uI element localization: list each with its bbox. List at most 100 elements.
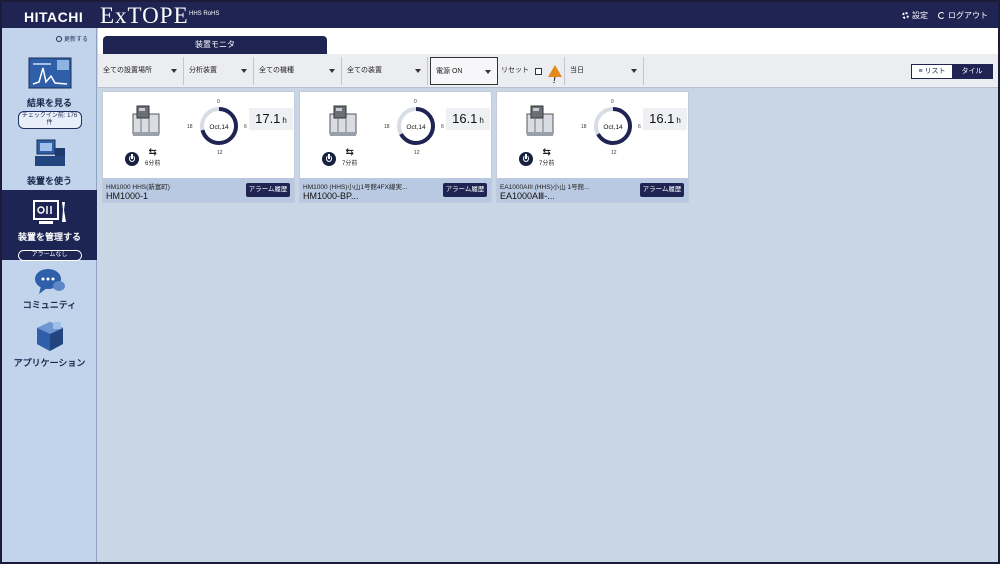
device-tile[interactable]: Oct,14 0 6 12 18 16.1 h ⇆ 7分前 EA1000AIII (… xyxy=(496,91,689,203)
checkin-badge: チェックイン前: 176件 xyxy=(17,111,82,129)
usage-hours: 17.1 h xyxy=(249,108,293,130)
sidebar-item-label: 結果を見る xyxy=(26,98,72,108)
device-dropdown[interactable]: 全ての装置 xyxy=(342,57,428,85)
device-name: HM1000-BP... xyxy=(303,191,359,201)
device-tile[interactable]: Oct,14 0 6 12 18 17.1 h ⇆ 6分前 HM1000 HHS(新… xyxy=(102,91,295,203)
period-value: 当日 xyxy=(570,67,584,74)
dial-label-12: 12 xyxy=(414,150,420,156)
usage-hours-value: 17.1 xyxy=(255,111,281,126)
alarm-history-button[interactable]: アラーム履歴 xyxy=(443,183,487,197)
refresh-button[interactable]: 更新する xyxy=(56,34,88,43)
dial-label-0: 0 xyxy=(414,99,417,105)
device-manage-icon xyxy=(32,200,66,224)
app-frame: HITACHI ExTOPE HHS RoHS 設定 ログアウト 更新する 結果… xyxy=(0,0,1000,564)
sidebar-item-label: 装置を使う xyxy=(26,176,72,186)
sidebar: 更新する 結果を見る チェックイン前: 176件 装置を使う 装置を管理する ア… xyxy=(2,28,97,562)
tile-view-button[interactable]: タイル xyxy=(952,65,992,78)
chevron-down-icon xyxy=(631,69,637,73)
tab-bar: 装置モニタ xyxy=(98,28,998,54)
device-use-icon xyxy=(34,139,65,166)
alarm-history-button[interactable]: アラーム履歴 xyxy=(246,183,290,197)
spectrum-results-icon xyxy=(28,57,71,89)
last-update: ⇆ 7分前 xyxy=(539,147,554,168)
device-value: 全ての装置 xyxy=(347,67,382,74)
chevron-down-icon xyxy=(171,69,177,73)
brand-logo: HITACHI xyxy=(24,9,84,25)
dial-label-0: 0 xyxy=(217,99,220,105)
reset-checkbox[interactable] xyxy=(535,67,542,75)
top-bar: HITACHI ExTOPE HHS RoHS 設定 ログアウト xyxy=(2,2,998,28)
device-tile[interactable]: Oct,14 0 6 12 18 16.1 h ⇆ 7分前 HM1000 (HHS)… xyxy=(299,91,492,203)
location-value: 全ての設置場所 xyxy=(103,67,152,74)
dial-label-18: 18 xyxy=(187,124,193,130)
device-name: EA1000AⅢ-... xyxy=(500,191,555,201)
sidebar-item-label: アプリケーション xyxy=(13,358,86,368)
microscope-device-icon xyxy=(329,105,357,136)
sidebar-item-manage-device[interactable]: 装置を管理する アラームなし xyxy=(2,190,97,261)
dial-label-18: 18 xyxy=(581,124,587,130)
usage-dial: Oct,14 xyxy=(594,107,632,145)
device-location: HM1000 (HHS)小山1号館4FX線実... xyxy=(303,184,408,191)
dial-label-12: 12 xyxy=(217,150,223,156)
sidebar-item-applications[interactable]: アプリケーション xyxy=(2,320,97,376)
tile-footer: HM1000 HHS(新富町) HM1000-1 アラーム履歴 xyxy=(103,178,294,202)
list-view-button[interactable]: ≡ リスト xyxy=(912,65,952,78)
logout-link[interactable]: ログアウト xyxy=(938,10,988,21)
device-name: HM1000-1 xyxy=(106,191,149,201)
location-dropdown[interactable]: 全ての設置場所 xyxy=(98,57,184,85)
chevron-down-icon xyxy=(415,69,421,73)
reset-label: リセット xyxy=(501,67,529,74)
device-location: HM1000 HHS(新富町) xyxy=(106,184,170,191)
last-update-text: 7分前 xyxy=(342,161,358,167)
sidebar-item-use-device[interactable]: 装置を使う xyxy=(2,134,97,190)
usage-hours-unit: h xyxy=(479,116,484,125)
usage-hours-unit: h xyxy=(676,116,681,125)
last-update: ⇆ 7分前 xyxy=(342,148,358,168)
model-value: 全ての機種 xyxy=(259,67,294,74)
application-cubes-icon xyxy=(36,322,63,351)
dial-date: Oct,14 xyxy=(406,124,426,131)
filter-bar: 全ての設置場所 分析装置 全ての機種 全ての装置 電源 ON リセット 当日 ≡… xyxy=(98,54,998,95)
chevron-down-icon xyxy=(241,69,247,73)
sidebar-item-label: 装置を管理する xyxy=(17,232,81,242)
settings-label: 設定 xyxy=(912,11,928,20)
usage-dial: Oct,14 xyxy=(397,107,435,145)
tile-footer: HM1000 (HHS)小山1号館4FX線実... HM1000-BP... ア… xyxy=(300,178,491,202)
dial-label-12: 12 xyxy=(611,150,617,156)
microscope-device-icon xyxy=(526,105,554,136)
sidebar-item-community[interactable]: コミュニティ xyxy=(2,266,97,318)
period-dropdown[interactable]: 当日 xyxy=(564,57,644,85)
community-chat-icon xyxy=(34,269,65,294)
dial-label-0: 0 xyxy=(611,99,614,105)
dial-label-6: 6 xyxy=(244,124,247,130)
gear-icon xyxy=(902,12,909,19)
warning-icon xyxy=(548,65,562,95)
usage-hours-unit: h xyxy=(282,116,287,125)
alarm-history-button[interactable]: アラーム履歴 xyxy=(640,183,684,197)
usage-hours: 16.1 h xyxy=(446,108,490,130)
power-icon xyxy=(125,152,139,166)
tab-device-monitor[interactable]: 装置モニタ xyxy=(103,36,327,54)
logout-label: ログアウト xyxy=(948,11,988,20)
settings-link[interactable]: 設定 xyxy=(902,10,928,21)
connection-icon: ⇆ xyxy=(542,147,551,158)
sidebar-item-label: コミュニティ xyxy=(22,300,77,310)
product-subtitle: HHS RoHS xyxy=(189,11,220,17)
refresh-icon xyxy=(56,35,62,42)
usage-hours: 16.1 h xyxy=(643,108,687,130)
dial-label-6: 6 xyxy=(441,124,444,130)
usage-dial: Oct,14 xyxy=(200,107,238,145)
model-dropdown[interactable]: 全ての機種 xyxy=(254,57,342,85)
tile-footer: EA1000AIII (HHS)小山 1号館... EA1000AⅢ-... ア… xyxy=(497,178,688,202)
sidebar-item-results[interactable]: 結果を見る チェックイン前: 176件 xyxy=(2,56,97,130)
usage-hours-value: 16.1 xyxy=(649,111,675,126)
connection-icon: ⇆ xyxy=(148,147,157,158)
chevron-down-icon xyxy=(485,70,491,74)
usage-hours-value: 16.1 xyxy=(452,111,478,126)
analyzer-dropdown[interactable]: 分析装置 xyxy=(184,57,254,85)
power-dropdown[interactable]: 電源 ON xyxy=(430,57,498,85)
reset-control: リセット xyxy=(501,57,562,95)
device-location: EA1000AIII (HHS)小山 1号館... xyxy=(500,184,590,191)
logout-icon xyxy=(938,12,945,19)
power-value: 電源 ON xyxy=(436,68,463,75)
